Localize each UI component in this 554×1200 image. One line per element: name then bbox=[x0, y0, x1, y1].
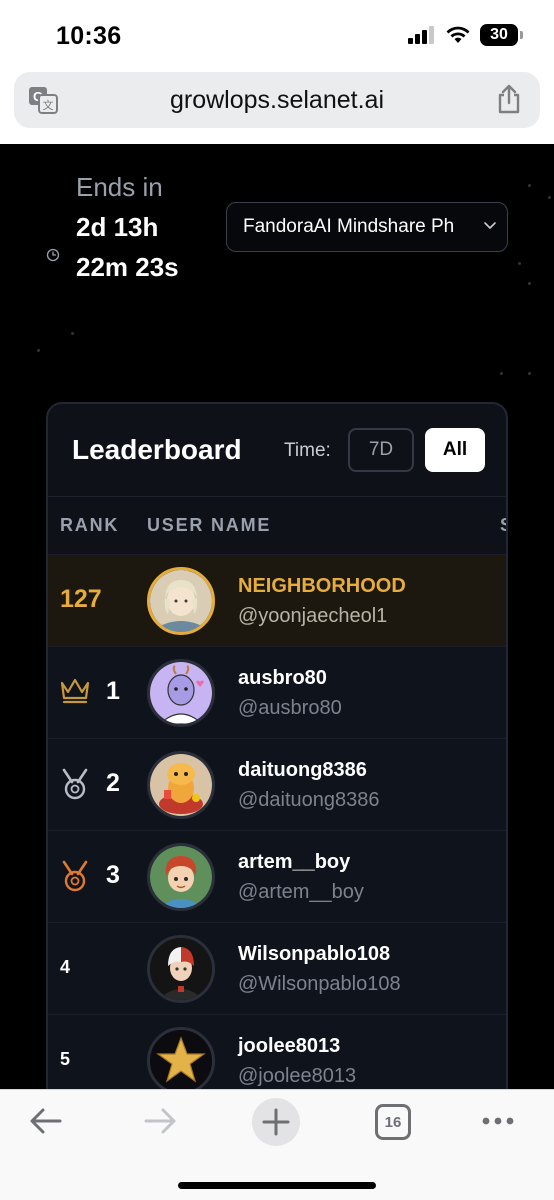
url-text[interactable]: growlops.selanet.ai bbox=[14, 86, 540, 115]
leaderboard-card: Leaderboard Time: 7D All RANK USER NAME … bbox=[46, 402, 508, 1089]
chevron-down-icon bbox=[484, 222, 496, 229]
background-dot bbox=[548, 196, 551, 199]
user-handle: @Wilsonpablo108 bbox=[238, 973, 401, 995]
user-display-name: NEIGHBORHOOD bbox=[238, 575, 406, 597]
user-handle: @artem__boy bbox=[238, 881, 364, 903]
background-dot bbox=[71, 332, 74, 335]
user-display-name: Wilsonpablo108 bbox=[238, 943, 391, 965]
time-filter-7d-button[interactable]: 7D bbox=[348, 428, 414, 472]
column-header-rank: RANK bbox=[60, 515, 120, 535]
avatar bbox=[147, 935, 215, 1003]
rank-value: 3 bbox=[106, 861, 120, 889]
crown-icon bbox=[60, 678, 90, 704]
campaign-select[interactable]: FandoraAI Mindshare Ph bbox=[226, 202, 508, 252]
wifi-icon bbox=[446, 26, 470, 43]
user-display-name: joolee8013 bbox=[238, 1035, 341, 1057]
time-filter-all-button[interactable]: All bbox=[425, 428, 485, 472]
table-row-current-user[interactable]: 127 NEIGHBORHOOD @yoonjaecheol1 bbox=[48, 554, 506, 646]
table-row[interactable]: 3 artem__boy @artem__boy bbox=[48, 830, 506, 922]
cellular-signal-icon bbox=[408, 26, 434, 44]
page-content: Ends in 2d 13h 22m 23s FandoraAI Mindsha… bbox=[0, 144, 554, 1089]
rank-value: 5 bbox=[60, 1049, 71, 1069]
status-bar: 10:36 30 bbox=[0, 0, 554, 72]
rank-value: 127 bbox=[60, 585, 102, 613]
column-header-score: S bbox=[500, 515, 506, 536]
browser-toolbar: 16 bbox=[0, 1089, 554, 1200]
table-header: RANK USER NAME S bbox=[48, 496, 506, 554]
user-handle: @ausbro80 bbox=[238, 697, 342, 719]
table-row[interactable]: 4 Wilsonpablo108 @Wilsonpablo108 bbox=[48, 922, 506, 1014]
user-display-name: artem__boy bbox=[238, 851, 351, 873]
table-row[interactable]: 5 joolee8013 @joolee8013 bbox=[48, 1014, 506, 1089]
background-dot bbox=[37, 349, 40, 352]
share-icon[interactable] bbox=[496, 84, 522, 114]
tab-count-button[interactable]: 16 bbox=[375, 1104, 411, 1140]
back-arrow-icon[interactable] bbox=[28, 1104, 64, 1138]
table-row[interactable]: 2 daituong8386 @daituong8386 bbox=[48, 738, 506, 830]
home-indicator bbox=[178, 1182, 376, 1189]
forward-arrow-icon[interactable] bbox=[142, 1104, 178, 1138]
more-options-icon[interactable] bbox=[480, 1114, 516, 1128]
countdown-minutes-seconds: 22m 23s bbox=[76, 252, 179, 282]
user-handle: @yoonjaecheol1 bbox=[238, 605, 388, 627]
background-dot bbox=[528, 282, 531, 285]
status-icons: 30 bbox=[408, 24, 523, 46]
time-filter-label: Time: bbox=[284, 440, 331, 461]
new-tab-button[interactable] bbox=[252, 1098, 300, 1146]
countdown-label: Ends in bbox=[76, 172, 163, 202]
clock-icon bbox=[46, 248, 60, 262]
avatar bbox=[147, 751, 215, 819]
avatar bbox=[147, 659, 215, 727]
campaign-select-value: FandoraAI Mindshare Ph bbox=[243, 216, 455, 237]
column-header-user-name: USER NAME bbox=[147, 515, 272, 535]
avatar bbox=[147, 843, 215, 911]
rank-value: 2 bbox=[106, 769, 120, 797]
avatar bbox=[147, 1027, 215, 1089]
rank-value: 4 bbox=[60, 957, 71, 977]
countdown-days-hours: 2d 13h bbox=[76, 212, 159, 242]
background-dot bbox=[528, 184, 531, 187]
browser-url-area: G 文 growlops.selanet.ai bbox=[0, 72, 554, 144]
background-dot bbox=[518, 262, 521, 265]
background-dot bbox=[500, 372, 503, 375]
user-display-name: daituong8386 bbox=[238, 759, 367, 781]
silver-medal-icon bbox=[62, 768, 88, 800]
plus-icon bbox=[262, 1108, 290, 1136]
status-time: 10:36 bbox=[56, 22, 122, 50]
user-display-name: ausbro80 bbox=[238, 667, 327, 689]
battery-indicator: 30 bbox=[480, 24, 523, 46]
bronze-medal-icon bbox=[62, 860, 88, 892]
user-handle: @daituong8386 bbox=[238, 789, 380, 811]
user-handle: @joolee8013 bbox=[238, 1065, 357, 1087]
table-row[interactable]: 1 ausbro80 @ausbro80 bbox=[48, 646, 506, 738]
leaderboard-title: Leaderboard bbox=[72, 434, 242, 465]
avatar bbox=[147, 567, 215, 635]
address-bar[interactable]: G 文 growlops.selanet.ai bbox=[14, 72, 540, 128]
rank-value: 1 bbox=[106, 677, 120, 705]
background-dot bbox=[528, 372, 531, 375]
